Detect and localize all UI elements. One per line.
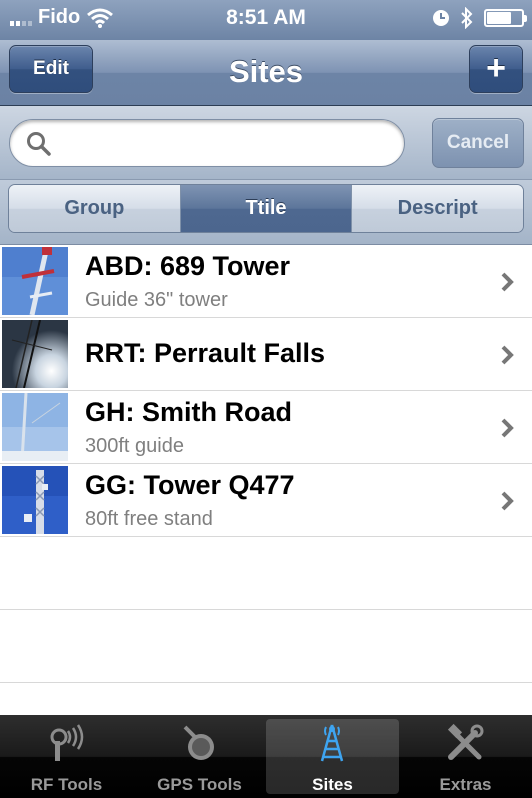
tab-label: GPS Tools <box>157 775 242 794</box>
site-description: 300ft guide <box>85 435 184 457</box>
site-title: RRT: Perrault Falls <box>85 338 326 368</box>
site-thumbnail <box>2 320 68 388</box>
chevron-right-icon <box>501 272 514 292</box>
site-thumbnail <box>2 466 68 534</box>
rf-signal-icon <box>50 724 84 761</box>
tab-sites[interactable]: Sites <box>266 719 399 794</box>
site-thumbnail <box>2 393 68 461</box>
tab-rf-tools[interactable]: RF Tools <box>0 715 133 798</box>
bluetooth-icon <box>461 7 473 29</box>
site-thumbnail <box>2 247 68 315</box>
chevron-right-icon <box>501 345 514 365</box>
search-icon <box>27 132 51 156</box>
site-description: Guide 36" tower <box>85 289 228 311</box>
segment-title[interactable]: Ttile <box>180 185 353 232</box>
table-row[interactable]: RRT: Perrault Falls <box>0 318 532 391</box>
sort-segmented-control: Group Ttile Descript <box>8 184 524 233</box>
navigation-bar: Sites Edit + <box>0 40 532 106</box>
chevron-right-icon <box>501 418 514 438</box>
site-title: GG: Tower Q477 <box>85 470 295 500</box>
site-title: GH: Smith Road <box>85 397 292 427</box>
tower-icon <box>320 724 344 762</box>
chevron-right-icon <box>501 491 514 511</box>
search-bar: Cancel <box>0 106 532 180</box>
site-title: ABD: 689 Tower <box>85 251 291 281</box>
empty-row <box>0 610 532 683</box>
status-right <box>432 7 527 29</box>
clock-icon <box>433 10 449 26</box>
tab-label: RF Tools <box>30 775 103 794</box>
empty-row <box>0 537 532 610</box>
tab-label: Extras <box>439 775 492 794</box>
battery-icon <box>484 9 527 27</box>
tab-label: Sites <box>312 775 353 794</box>
add-site-button[interactable]: + <box>469 45 523 93</box>
tools-icon <box>447 723 484 760</box>
table-row[interactable]: GG: Tower Q477 80ft free stand <box>0 464 532 537</box>
segment-description[interactable]: Descript <box>352 185 523 232</box>
segment-group[interactable]: Group <box>9 185 181 232</box>
tab-gps-tools[interactable]: GPS Tools <box>133 715 266 798</box>
gps-satellite-icon <box>183 725 214 760</box>
sort-bar: Group Ttile Descript <box>0 180 532 245</box>
sites-table: ABD: 689 Tower Guide 36" tower RRT: Perr… <box>0 245 532 715</box>
search-field[interactable] <box>9 119 405 167</box>
cancel-button[interactable]: Cancel <box>432 118 524 168</box>
table-row[interactable]: GH: Smith Road 300ft guide <box>0 391 532 464</box>
site-description: 80ft free stand <box>85 508 213 530</box>
tab-extras[interactable]: Extras <box>399 715 532 798</box>
tab-bar: RF Tools GPS Tools Sites Extras <box>0 715 532 798</box>
edit-button[interactable]: Edit <box>9 45 93 93</box>
table-row[interactable]: ABD: 689 Tower Guide 36" tower <box>0 245 532 318</box>
search-input[interactable] <box>60 126 390 160</box>
status-bar: Fido 8:51 AM <box>0 0 532 40</box>
